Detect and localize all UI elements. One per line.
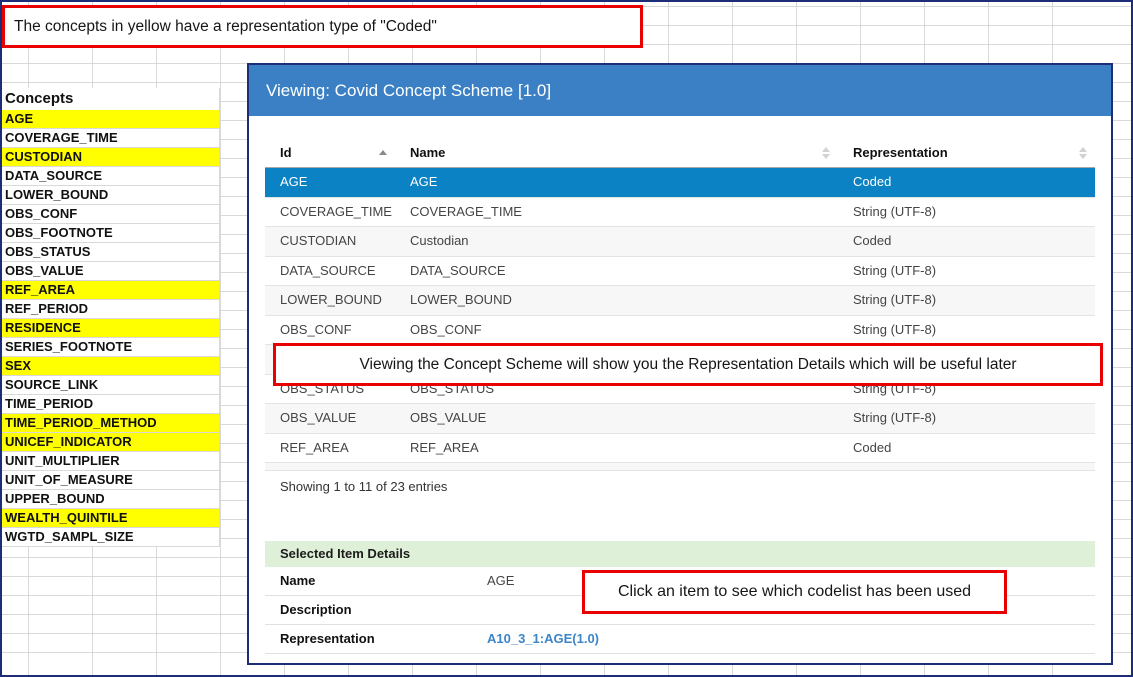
cell-name: DATA_SOURCE	[395, 257, 838, 286]
cell-id: AGE	[265, 168, 395, 197]
concept-cell[interactable]: TIME_PERIOD_METHOD	[2, 414, 219, 433]
cell-representation: String (UTF-8)	[838, 404, 1095, 433]
cell-representation: String (UTF-8)	[838, 198, 1095, 227]
callout-middle: Viewing the Concept Scheme will show you…	[273, 343, 1103, 386]
concept-cell[interactable]: OBS_STATUS	[2, 243, 219, 262]
table-summary: Showing 1 to 11 of 23 entries	[280, 479, 1095, 497]
column-header-id-label: Id	[280, 145, 292, 160]
details-label: Description	[265, 596, 487, 624]
concept-cell[interactable]: SOURCE_LINK	[2, 376, 219, 395]
concept-cell[interactable]: WEALTH_QUINTILE	[2, 509, 219, 528]
cell-id: COVERAGE_TIME	[265, 198, 395, 227]
details-label: Representation	[265, 625, 487, 653]
concept-cell[interactable]: UNICEF_INDICATOR	[2, 433, 219, 452]
callout-text: Click an item to see which codelist has …	[618, 583, 971, 601]
cell-representation: String (UTF-8)	[838, 286, 1095, 315]
concepts-header: Concepts	[2, 88, 219, 110]
concept-cell[interactable]: REF_AREA	[2, 281, 219, 300]
cell-name: OBS_VALUE	[395, 404, 838, 433]
column-header-id[interactable]: Id	[265, 145, 395, 160]
representation-link[interactable]: A10_3_1:AGE(1.0)	[487, 625, 599, 653]
cell-representation: Coded	[838, 227, 1095, 256]
table-header: Id Name Representation	[265, 138, 1095, 168]
table-row[interactable]: OBS_CONFOBS_CONFString (UTF-8)	[265, 316, 1095, 346]
concept-cell[interactable]: AGE	[2, 110, 219, 129]
details-value: AGE	[487, 567, 514, 595]
cell-id: CUSTODIAN	[265, 227, 395, 256]
concept-cell[interactable]: UNIT_MULTIPLIER	[2, 452, 219, 471]
concepts-items: AGECOVERAGE_TIMECUSTODIANDATA_SOURCELOWE…	[2, 110, 219, 547]
column-header-representation[interactable]: Representation	[838, 145, 1095, 160]
callout-top: The concepts in yellow have a representa…	[2, 5, 643, 48]
table-row[interactable]: REF_AREAREF_AREACoded	[265, 434, 1095, 464]
details-label: Name	[265, 567, 487, 595]
cell-name: COVERAGE_TIME	[395, 198, 838, 227]
cell-name: Custodian	[395, 227, 838, 256]
cell-representation: String (UTF-8)	[838, 316, 1095, 345]
concept-cell[interactable]: OBS_VALUE	[2, 262, 219, 281]
table-row[interactable]: DATA_SOURCEDATA_SOURCEString (UTF-8)	[265, 257, 1095, 287]
cell-name: LOWER_BOUND	[395, 286, 838, 315]
column-header-representation-label: Representation	[853, 145, 948, 160]
concept-cell[interactable]: OBS_FOOTNOTE	[2, 224, 219, 243]
concepts-panel: Concepts AGECOVERAGE_TIMECUSTODIANDATA_S…	[2, 88, 220, 547]
cell-id: OBS_CONF	[265, 316, 395, 345]
concept-cell[interactable]: DATA_SOURCE	[2, 167, 219, 186]
concept-cell[interactable]: SERIES_FOOTNOTE	[2, 338, 219, 357]
cell-id: REF_AREA	[265, 434, 395, 463]
spreadsheet-canvas: Concepts AGECOVERAGE_TIMECUSTODIANDATA_S…	[0, 0, 1133, 677]
cell-name: AGE	[395, 168, 838, 197]
cell-representation: String (UTF-8)	[838, 257, 1095, 286]
panel-title: Viewing: Covid Concept Scheme [1.0]	[249, 65, 1111, 116]
column-header-name[interactable]: Name	[395, 145, 838, 160]
details-row: RepresentationA10_3_1:AGE(1.0)	[265, 625, 1095, 654]
table-row[interactable]: AGEAGECoded	[265, 168, 1095, 198]
scheme-table-body: AGEAGECodedCOVERAGE_TIMECOVERAGE_TIMEStr…	[265, 168, 1095, 471]
concept-cell[interactable]: SEX	[2, 357, 219, 376]
table-row[interactable]: CUSTODIANCustodianCoded	[265, 227, 1095, 257]
concept-cell[interactable]: RESIDENCE	[2, 319, 219, 338]
column-header-name-label: Name	[410, 145, 445, 160]
cell-representation: Coded	[838, 434, 1095, 463]
callout-text: Viewing the Concept Scheme will show you…	[359, 356, 1016, 374]
concept-cell[interactable]: WGTD_SAMPL_SIZE	[2, 528, 219, 547]
cell-representation: Coded	[838, 168, 1095, 197]
cell-id: OBS_VALUE	[265, 404, 395, 433]
sort-both-icon	[1079, 147, 1087, 159]
callout-bottom: Click an item to see which codelist has …	[582, 570, 1007, 614]
table-row[interactable]: OBS_VALUEOBS_VALUEString (UTF-8)	[265, 404, 1095, 434]
sort-both-icon	[822, 147, 830, 159]
concept-cell[interactable]: TIME_PERIOD	[2, 395, 219, 414]
concept-cell[interactable]: CUSTODIAN	[2, 148, 219, 167]
details-header: Selected Item Details	[265, 541, 1095, 567]
cell-id: LOWER_BOUND	[265, 286, 395, 315]
cell-name: REF_AREA	[395, 434, 838, 463]
table-row-partial[interactable]	[265, 463, 1095, 471]
concept-table: Id Name Representation AGEAGECodedCOVERA…	[265, 138, 1095, 497]
cell-name: OBS_CONF	[395, 316, 838, 345]
callout-text: The concepts in yellow have a representa…	[14, 18, 437, 36]
cell-id: DATA_SOURCE	[265, 257, 395, 286]
concept-cell[interactable]: UNIT_OF_MEASURE	[2, 471, 219, 490]
concept-cell[interactable]: OBS_CONF	[2, 205, 219, 224]
sort-asc-icon	[379, 150, 387, 155]
concept-cell[interactable]: LOWER_BOUND	[2, 186, 219, 205]
concept-cell[interactable]: COVERAGE_TIME	[2, 129, 219, 148]
table-row[interactable]: COVERAGE_TIMECOVERAGE_TIMEString (UTF-8)	[265, 198, 1095, 228]
concept-cell[interactable]: UPPER_BOUND	[2, 490, 219, 509]
concept-cell[interactable]: REF_PERIOD	[2, 300, 219, 319]
table-row[interactable]: LOWER_BOUNDLOWER_BOUNDString (UTF-8)	[265, 286, 1095, 316]
